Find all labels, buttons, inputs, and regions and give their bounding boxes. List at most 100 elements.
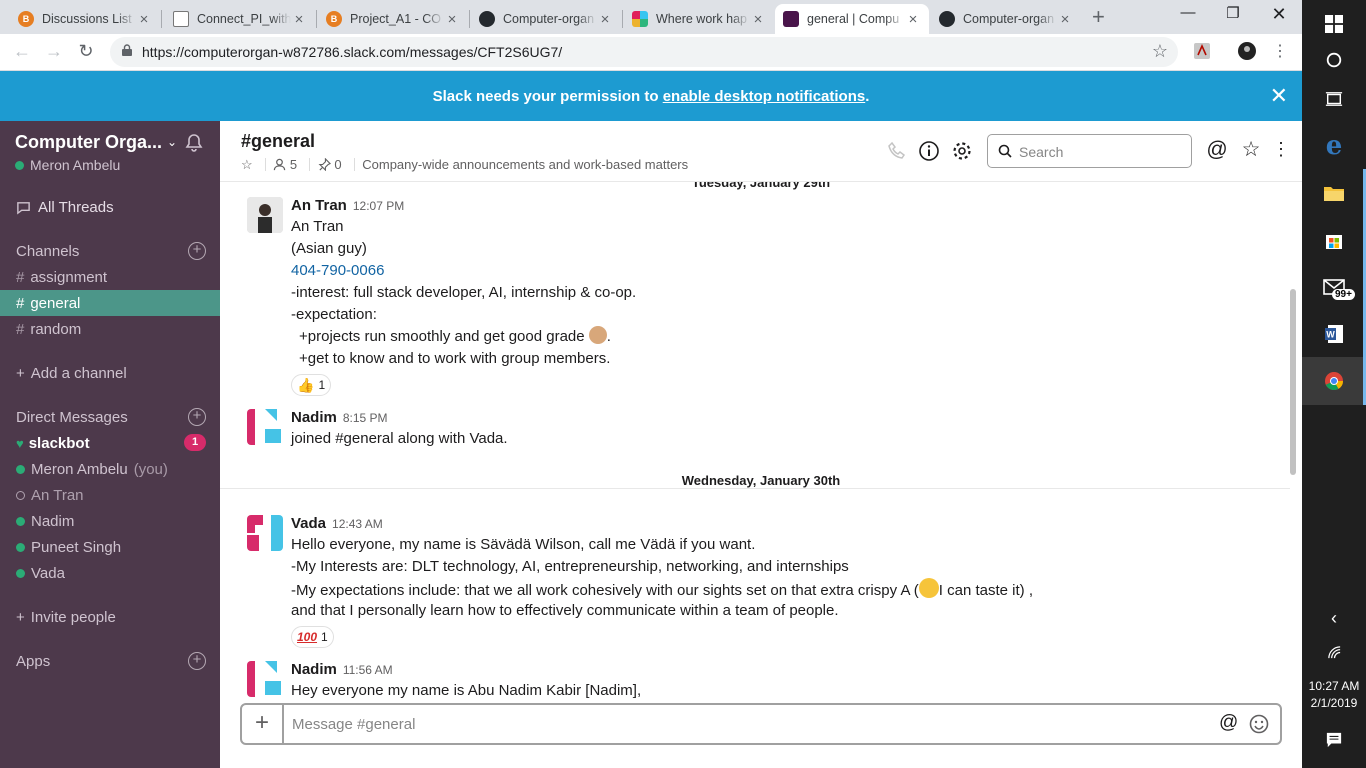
add-channel-icon[interactable]: + (188, 242, 206, 260)
bookmark-star-icon[interactable]: ☆ (1152, 41, 1168, 62)
browser-tab[interactable]: Computer-organ × (471, 4, 621, 34)
team-name[interactable]: Computer Orga... (15, 132, 162, 153)
invite-people-button[interactable]: + Invite people (0, 604, 220, 630)
search-input[interactable]: Search (987, 134, 1192, 168)
message-time[interactable]: 12:07 PM (353, 199, 404, 213)
chrome-button[interactable] (1302, 357, 1366, 405)
browser-tab-active[interactable]: general | Compu × (775, 4, 929, 34)
edge-button[interactable]: e (1302, 122, 1366, 170)
message-composer[interactable]: + Message #general @ (240, 703, 1282, 745)
browser-tab[interactable]: Computer-organ × (931, 4, 1081, 34)
system-clock[interactable]: 10:27 AM 2/1/2019 (1302, 678, 1366, 712)
direct-messages-header[interactable]: Direct Messages + (0, 404, 220, 430)
attach-plus-button[interactable]: + (242, 705, 284, 743)
channel-header: #general ☆ 5 0 Company-wide announcement… (220, 121, 1302, 182)
message-line: (Asian guy) (291, 240, 367, 257)
mentions-icon[interactable]: @ (1206, 138, 1228, 161)
message-scrollbar[interactable] (1290, 289, 1296, 475)
network-button[interactable] (1302, 628, 1366, 676)
gear-icon[interactable] (951, 140, 973, 162)
message-author[interactable]: Nadim 11:56 AM (291, 661, 393, 678)
back-button[interactable]: ← (10, 41, 34, 62)
close-tab-icon[interactable]: × (444, 11, 460, 28)
channel-title[interactable]: #general (241, 131, 315, 152)
message-time[interactable]: 8:15 PM (343, 411, 388, 425)
chevron-down-icon[interactable]: ⌄ (167, 135, 177, 149)
sidebar-item-slackbot[interactable]: ♥ slackbot 1 (0, 430, 220, 456)
phone-link[interactable]: 404-790-0066 (291, 260, 384, 282)
profile-avatar-icon[interactable] (1237, 41, 1257, 61)
close-tab-icon[interactable]: × (905, 11, 921, 28)
all-threads-item[interactable]: All Threads (0, 194, 220, 220)
close-window-button[interactable]: ✕ (1256, 4, 1302, 25)
task-view-button[interactable] (1302, 75, 1366, 123)
reaction-thumbs-up[interactable]: 👍 1 (291, 374, 332, 396)
members-icon[interactable] (273, 158, 286, 171)
pdf-extension-icon[interactable] (1192, 41, 1212, 61)
presence-away-icon (16, 490, 25, 500)
browser-tab[interactable]: B Discussions List - × (10, 4, 160, 34)
close-tab-icon[interactable]: × (597, 11, 613, 28)
hundred-points-icon: 100 (297, 630, 318, 644)
message-author[interactable]: An Tran 12:07 PM (291, 197, 404, 214)
message-author[interactable]: Vada 12:43 AM (291, 515, 383, 532)
menu-kebab-icon[interactable]: ⋮ (1268, 41, 1292, 61)
add-dm-icon[interactable]: + (188, 408, 206, 426)
info-icon[interactable] (918, 140, 940, 162)
pin-icon[interactable] (318, 157, 331, 172)
sidebar-item-puneet[interactable]: Puneet Singh (0, 534, 220, 560)
sidebar-item-meron[interactable]: Meron Ambelu (you) (0, 456, 220, 482)
task-view-icon (1325, 92, 1343, 106)
add-channel-button[interactable]: + Add a channel (0, 360, 220, 386)
close-tab-icon[interactable]: × (291, 11, 307, 28)
apps-header[interactable]: Apps + (0, 648, 220, 674)
browser-tab[interactable]: Connect_PI_with × (165, 4, 315, 34)
message-author[interactable]: Nadim 8:15 PM (291, 409, 388, 426)
word-button[interactable]: W (1302, 310, 1366, 358)
day-divider-line (220, 488, 1290, 489)
restore-button[interactable]: ❐ (1210, 4, 1256, 22)
mention-at-icon[interactable]: @ (1219, 712, 1239, 733)
sidebar-item-assignment[interactable]: # assignment (0, 264, 220, 290)
avatar[interactable] (247, 409, 283, 445)
reload-button[interactable]: ↻ (74, 41, 98, 62)
enable-notifications-link[interactable]: enable desktop notifications (663, 88, 866, 105)
message-time[interactable]: 11:56 AM (343, 663, 393, 677)
sidebar-item-nadim[interactable]: Nadim (0, 508, 220, 534)
close-tab-icon[interactable]: × (750, 11, 766, 28)
message-time[interactable]: 12:43 AM (332, 517, 383, 531)
more-kebab-icon[interactable]: ⋮ (1270, 139, 1292, 161)
reaction-100[interactable]: 100 1 (291, 626, 334, 648)
avatar[interactable] (247, 515, 283, 551)
channel-topic[interactable]: Company-wide announcements and work-base… (362, 157, 688, 172)
new-tab-button[interactable]: + (1092, 6, 1105, 28)
close-tab-icon[interactable]: × (1057, 11, 1073, 28)
address-bar[interactable]: https://computerorgan-w872786.slack.com/… (110, 37, 1178, 67)
bell-icon[interactable] (184, 133, 204, 153)
sidebar-item-random[interactable]: # random (0, 316, 220, 342)
channel-label: random (30, 320, 82, 338)
channels-header[interactable]: Channels + (0, 238, 220, 264)
phone-icon[interactable] (886, 140, 908, 162)
close-tab-icon[interactable]: × (136, 11, 152, 28)
browser-tab[interactable]: B Project_A1 - CO × (318, 4, 468, 34)
store-button[interactable] (1302, 216, 1366, 264)
message-line-text: +projects run smoothly and get good grad… (299, 328, 585, 345)
current-user[interactable]: Meron Ambelu (15, 157, 120, 173)
star-icon[interactable]: ☆ (241, 157, 253, 172)
avatar[interactable] (247, 661, 283, 697)
add-app-icon[interactable]: + (188, 652, 206, 670)
minimize-button[interactable]: — (1165, 4, 1211, 21)
mail-button[interactable]: 99+ (1302, 263, 1366, 311)
emoji-smiley-icon[interactable] (1249, 714, 1269, 734)
close-banner-icon[interactable]: ✕ (1270, 83, 1288, 109)
starred-items-icon[interactable]: ☆ (1240, 137, 1262, 161)
sidebar-item-general[interactable]: # general (0, 290, 220, 316)
sidebar-item-vada[interactable]: Vada (0, 560, 220, 586)
browser-tab[interactable]: Where work hap × (624, 4, 774, 34)
file-explorer-button[interactable] (1302, 169, 1366, 217)
action-center-button[interactable] (1302, 716, 1366, 764)
forward-button[interactable]: → (42, 41, 66, 62)
avatar[interactable] (247, 197, 283, 233)
sidebar-item-an-tran[interactable]: An Tran (0, 482, 220, 508)
